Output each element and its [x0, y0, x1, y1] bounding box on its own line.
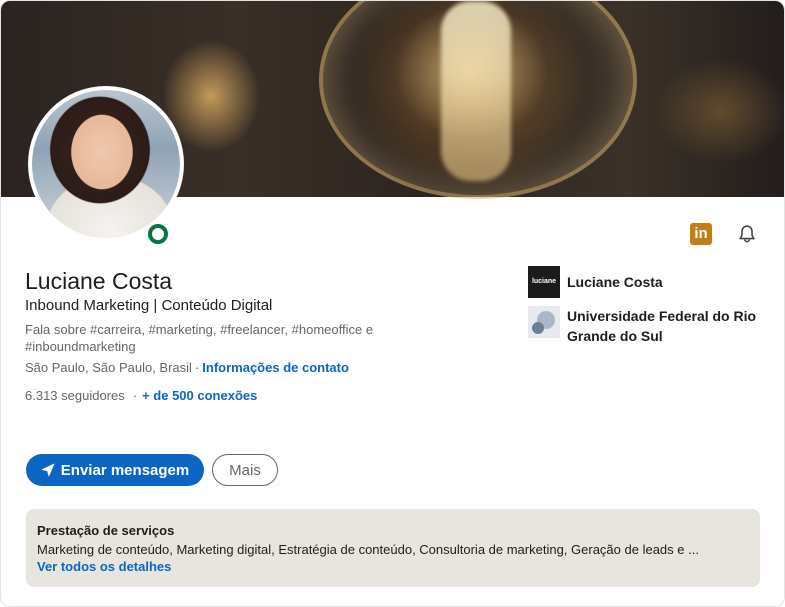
company-logo: luciane: [528, 266, 560, 298]
send-icon: [41, 463, 55, 477]
profile-location: São Paulo, São Paulo, Brasil: [25, 360, 192, 375]
university-name: Universidade Federal do Rio Grande do Su…: [567, 308, 757, 344]
stats-separator: ·: [132, 388, 138, 403]
followers-count: 6.313 seguidores: [25, 388, 125, 403]
more-button[interactable]: Mais: [212, 454, 278, 486]
see-all-details-link[interactable]: Ver todos os detalhes: [37, 559, 171, 574]
contact-info-link[interactable]: Informações de contato: [202, 360, 349, 375]
services-title: Prestação de serviços: [37, 523, 175, 538]
org-education[interactable]: Universidade Federal do Rio Grande do Su…: [528, 306, 768, 346]
connections-link[interactable]: + de 500 conexões: [142, 388, 257, 403]
cover-filament-decoration: [441, 1, 511, 181]
profile-card: in Luciane Costa Inbound Marketing | Con…: [0, 0, 785, 607]
send-message-button[interactable]: Enviar mensagem: [26, 454, 204, 486]
linkedin-icon[interactable]: in: [690, 223, 712, 245]
profile-stats: 6.313 seguidores · + de 500 conexões: [25, 388, 257, 403]
avatar[interactable]: [28, 86, 184, 242]
bell-icon[interactable]: [736, 223, 758, 245]
company-name: Luciane Costa: [567, 274, 663, 290]
services-list: Marketing de conteúdo, Marketing digital…: [37, 542, 699, 557]
company-logo-text: luciane: [531, 278, 557, 285]
profile-name: Luciane Costa: [25, 268, 173, 294]
profile-topics: Fala sobre #carreira, #marketing, #freel…: [25, 322, 374, 354]
profile-photo[interactable]: [32, 90, 180, 238]
university-logo: [528, 306, 560, 338]
online-status-icon: [145, 221, 171, 247]
profile-location-row: São Paulo, São Paulo, Brasil · Informações…: [25, 360, 349, 375]
profile-headline: Inbound Marketing | Conteúdo Digital: [25, 297, 273, 314]
org-current-company[interactable]: luciane Luciane Costa: [528, 266, 663, 298]
more-label: Mais: [229, 461, 261, 479]
university-logo-icon: [532, 311, 555, 334]
send-message-label: Enviar mensagem: [60, 461, 190, 479]
services-card: Prestação de serviços Marketing de conte…: [26, 509, 760, 587]
location-separator: ·: [194, 360, 200, 375]
